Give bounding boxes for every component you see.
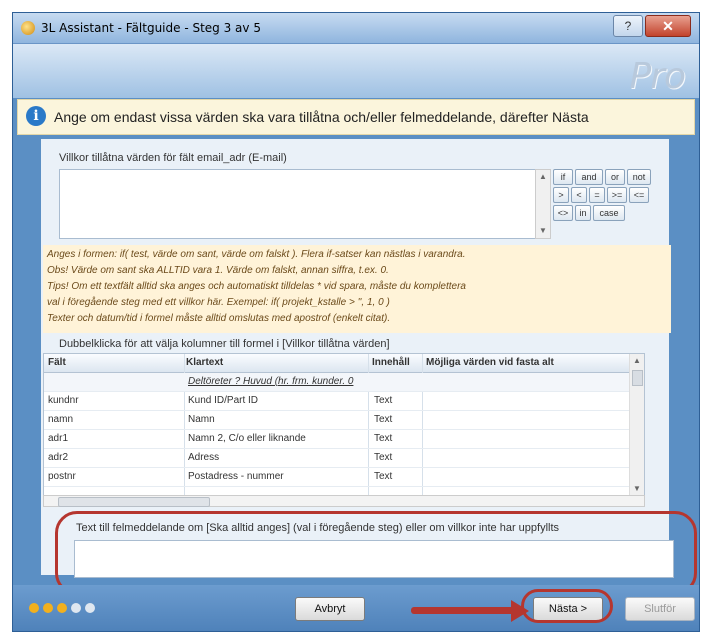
annotation-arrow xyxy=(411,607,521,614)
conditions-scrollbar[interactable]: ▲ ▼ xyxy=(535,169,551,239)
column-header-cleartext[interactable]: Klartext xyxy=(186,357,223,368)
cell-content: Text xyxy=(374,433,393,444)
hint-line: Tips! Om ett textfält alltid ska anges o… xyxy=(47,281,466,292)
operator-not-button[interactable]: not xyxy=(627,169,651,185)
info-icon: i xyxy=(26,106,46,126)
wizard-window: 3L Assistant - Fältguide - Steg 3 av 5 ?… xyxy=(12,12,700,632)
conditions-input[interactable] xyxy=(59,169,545,239)
step-indicator-current xyxy=(57,603,67,613)
table-row[interactable]: namn Namn Text xyxy=(44,411,630,430)
operator-lte-button[interactable]: <= xyxy=(629,187,649,203)
cell-cleartext: Deltöreter ? Huvud (hr. frm. kunder. 0 xyxy=(188,376,354,387)
cell-cleartext: Postadress - nummer xyxy=(188,471,284,482)
next-button-highlight xyxy=(521,589,613,623)
cell-field: postnr xyxy=(48,471,76,482)
operator-case-button[interactable]: case xyxy=(593,205,625,221)
column-header-field[interactable]: Fält xyxy=(48,357,66,368)
scroll-down-icon[interactable]: ▼ xyxy=(630,482,644,496)
info-message: Ange om endast vissa värden ska vara til… xyxy=(54,109,589,125)
cell-cleartext: Kund ID/Part ID xyxy=(188,395,259,406)
pro-logo: Pro xyxy=(629,56,686,97)
operator-if-button[interactable]: if xyxy=(553,169,573,185)
table-row[interactable]: kundnr Kund ID/Part ID Text xyxy=(44,392,630,411)
operator-eq-button[interactable]: = xyxy=(589,187,605,203)
column-header-values[interactable]: Möjliga värden vid fasta alt xyxy=(426,357,554,368)
table-horizontal-scrollbar[interactable] xyxy=(43,495,645,507)
window-title: 3L Assistant - Fältguide - Steg 3 av 5 xyxy=(41,21,261,35)
cell-cleartext: Namn xyxy=(188,414,215,425)
finish-button[interactable]: Slutför xyxy=(625,597,695,621)
hint-line: val i föregående steg med ett villkor hä… xyxy=(47,297,390,308)
table-row[interactable]: postnr Postadress - nummer Text xyxy=(44,468,630,487)
cancel-button[interactable]: Avbryt xyxy=(295,597,365,621)
cell-field: kundnr xyxy=(48,395,79,406)
help-button[interactable]: ? xyxy=(613,15,643,37)
step-indicator-todo xyxy=(71,603,81,613)
cell-cleartext: Adress xyxy=(188,452,220,463)
cell-content: Text xyxy=(374,414,393,425)
grid-label: Dubbelklicka för att välja kolumner till… xyxy=(59,338,390,350)
table-row[interactable]: adr1 Namn 2, C/o eller liknande Text xyxy=(44,430,630,449)
error-message-input[interactable] xyxy=(74,540,674,578)
fields-table: Fält Klartext Innehåll Möjliga värden vi… xyxy=(43,353,645,497)
scroll-down-icon[interactable]: ▼ xyxy=(536,224,550,238)
cell-field: namn xyxy=(48,414,74,425)
hint-line: Anges i formen: if( test, värde om sant,… xyxy=(47,249,466,260)
hint-line: Obs! Värde om sant ska ALLTID vara 1. Vä… xyxy=(47,265,389,276)
step-indicator-done xyxy=(29,603,39,613)
cell-field: adr2 xyxy=(48,452,69,463)
operator-gt-button[interactable]: > xyxy=(553,187,569,203)
operator-and-button[interactable]: and xyxy=(575,169,603,185)
scroll-thumb[interactable] xyxy=(632,370,643,386)
cell-content: Text xyxy=(374,395,393,406)
operator-gte-button[interactable]: >= xyxy=(607,187,627,203)
operator-lt-button[interactable]: < xyxy=(571,187,587,203)
app-icon xyxy=(21,21,35,35)
wizard-footer: Avbryt Nästa > Slutför xyxy=(13,585,699,631)
error-message-highlight: Text till felmeddelande om [Ska alltid a… xyxy=(55,511,697,595)
brand-header: Pro xyxy=(13,44,699,98)
scroll-up-icon[interactable]: ▲ xyxy=(536,170,550,184)
close-button[interactable]: ✕ xyxy=(645,15,691,37)
cell-cleartext: Namn 2, C/o eller liknande xyxy=(188,433,306,444)
operator-or-button[interactable]: or xyxy=(605,169,625,185)
table-vertical-scrollbar[interactable]: ▲ ▼ xyxy=(629,354,644,496)
operator-in-button[interactable]: in xyxy=(575,205,591,221)
cell-content: Text xyxy=(374,471,393,482)
table-header: Fält Klartext Innehåll Möjliga värden vi… xyxy=(44,354,630,373)
cell-field: adr1 xyxy=(48,433,69,444)
table-row[interactable]: Deltöreter ? Huvud (hr. frm. kunder. 0 xyxy=(44,373,630,392)
error-message-label: Text till felmeddelande om [Ska alltid a… xyxy=(76,522,560,534)
step-indicator-todo xyxy=(85,603,95,613)
conditions-label: Villkor tillåtna värden för fält email_a… xyxy=(59,152,287,164)
cell-content: Text xyxy=(374,452,393,463)
title-bar: 3L Assistant - Fältguide - Steg 3 av 5 ?… xyxy=(13,13,699,44)
info-banner: i Ange om endast vissa värden ska vara t… xyxy=(17,99,695,135)
table-row[interactable]: adr2 Adress Text xyxy=(44,449,630,468)
scroll-up-icon[interactable]: ▲ xyxy=(630,354,644,368)
column-header-content[interactable]: Innehåll xyxy=(372,357,410,368)
syntax-hint: Anges i formen: if( test, värde om sant,… xyxy=(43,245,671,333)
step-indicator-done xyxy=(43,603,53,613)
scroll-thumb[interactable] xyxy=(58,497,210,507)
operator-neq-button[interactable]: <> xyxy=(553,205,573,221)
hint-line: Texter och datum/tid i formel måste allt… xyxy=(47,313,391,324)
